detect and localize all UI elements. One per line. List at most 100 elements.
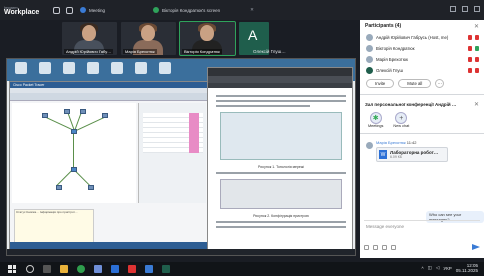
logo-big: Workplace	[4, 9, 40, 16]
screenshot-icon[interactable]	[382, 244, 387, 250]
window-controls	[450, 6, 480, 12]
video-tile[interactable]: Марія Брехотюк	[121, 22, 176, 55]
video-name: Олексій Глуш…	[253, 49, 286, 54]
grid-icon[interactable]	[53, 6, 60, 14]
workplace-icon[interactable]	[162, 265, 170, 273]
desktop-icon[interactable]	[159, 62, 171, 74]
avatar	[366, 56, 373, 63]
chrome-icon[interactable]	[77, 265, 85, 273]
new-chat-button[interactable]: + New chat	[393, 112, 409, 128]
search-icon[interactable]	[26, 265, 34, 273]
participant-name: Вікторія Кондратюк	[376, 46, 415, 51]
word-file-icon: W	[379, 150, 387, 159]
language-indicator[interactable]: УКР	[443, 266, 451, 271]
video-strip: Андрій Юрійович Габу… Марія Брехотюк Вік…	[62, 21, 269, 56]
shared-screen[interactable]: Cisco Packet Tracer Статус Кнопка… Інфор…	[6, 58, 356, 256]
browser-address-bar[interactable]	[208, 76, 352, 83]
more-icon[interactable]	[391, 244, 396, 250]
document-page: Рисунок 1. Топологія мережі Рисунок 2. К…	[212, 92, 350, 250]
browser-tabs[interactable]	[208, 68, 352, 76]
doc-caption: Рисунок 2. Конфігурація пристрою	[253, 214, 309, 218]
avatar	[200, 25, 214, 41]
document-figure	[220, 112, 342, 160]
desktop-icon[interactable]	[111, 62, 123, 74]
pt-toolbar	[10, 93, 208, 101]
explorer-icon[interactable]	[60, 265, 68, 273]
emoji-icon[interactable]	[373, 244, 378, 250]
browser-window[interactable]: Рисунок 1. Топологія мережі Рисунок 2. К…	[207, 67, 353, 253]
file-attachment[interactable]: W Лабораторна робот… 6.09 КБ	[376, 147, 448, 162]
invite-button[interactable]: Invite	[366, 79, 395, 88]
clock-date: 05.11.2025	[455, 268, 478, 273]
clock[interactable]: 12:05 05.11.2025	[456, 263, 478, 273]
camera-on-icon[interactable]	[475, 46, 479, 51]
pc-node[interactable]	[88, 185, 94, 190]
pdf-icon[interactable]	[128, 265, 136, 273]
start-icon[interactable]	[8, 265, 16, 273]
new-chat-label: New chat	[393, 124, 410, 128]
chat-title: Зал персональної конференції Андрій …	[365, 101, 457, 107]
window-icon[interactable]	[66, 6, 73, 14]
pc-node[interactable]	[80, 109, 86, 114]
close-icon[interactable]: ✕	[474, 101, 479, 108]
desktop-icon[interactable]	[135, 62, 147, 74]
avatar-letter: A	[248, 27, 258, 43]
packet-tracer-window[interactable]: Cisco Packet Tracer Статус Кнопка… Інфор…	[9, 81, 209, 253]
pc-node[interactable]	[64, 109, 70, 114]
network-icon[interactable]: ◫	[428, 265, 432, 271]
tab-screen-label: Вікторія Кондратюк's screen	[162, 7, 221, 13]
tab-screen-share[interactable]: Вікторія Кондратюк's screen ✕	[149, 3, 258, 17]
participant-row[interactable]: Олексій Глуш	[360, 65, 484, 76]
pc-node[interactable]	[102, 113, 108, 118]
desktop-icon[interactable]	[63, 62, 75, 74]
participant-row[interactable]: Марія Брехотюк	[360, 54, 484, 65]
desktop-icon[interactable]	[15, 62, 27, 74]
switch-node[interactable]	[71, 129, 77, 134]
mic-off-icon[interactable]	[468, 57, 472, 62]
store-icon[interactable]	[94, 265, 102, 273]
pc-node[interactable]	[42, 113, 48, 118]
more-options-button[interactable]: ···	[435, 79, 445, 88]
close-icon[interactable]	[474, 6, 480, 12]
participant-row[interactable]: Андрій Юрійович Габрусь (Host, me)	[360, 32, 484, 43]
minimize-icon[interactable]	[450, 6, 456, 12]
app-logo: Imparm Workplace	[4, 5, 50, 16]
desktop-icon[interactable]	[39, 62, 51, 74]
attach-icon[interactable]	[364, 244, 369, 250]
mute-all-button[interactable]: Mute all	[398, 79, 432, 88]
browser-bookmarks	[208, 83, 352, 88]
maximize-icon[interactable]	[462, 6, 468, 12]
pc-node[interactable]	[56, 185, 62, 190]
tab-meeting[interactable]: Meeting	[76, 3, 109, 17]
close-tab-icon[interactable]: ✕	[250, 7, 254, 13]
composer-toolbar	[364, 242, 480, 252]
avatar	[141, 25, 155, 41]
video-tile[interactable]: Андрій Юрійович Габу…	[62, 22, 117, 55]
task-view-icon[interactable]	[43, 265, 51, 273]
app-icon[interactable]	[145, 265, 153, 273]
chat-message: Марія Брехотюк 11:42 W Лабораторна робот…	[366, 140, 478, 162]
mic-off-icon[interactable]	[468, 46, 472, 51]
send-icon[interactable]	[472, 244, 480, 250]
meeting-icon	[80, 7, 86, 13]
video-name: Вікторія Кондратюк	[182, 49, 222, 54]
meetings-button[interactable]: ✱ Meetings	[368, 112, 383, 128]
camera-off-icon[interactable]	[475, 57, 479, 62]
switch-node[interactable]	[71, 167, 77, 172]
word-icon[interactable]	[111, 265, 119, 273]
participant-row[interactable]: Вікторія Кондратюк	[360, 43, 484, 54]
pt-config-panel[interactable]	[138, 103, 206, 203]
mic-off-icon[interactable]	[468, 35, 472, 40]
video-tile-active[interactable]: Вікторія Кондратюк	[179, 21, 236, 56]
camera-off-icon[interactable]	[475, 68, 479, 73]
pt-canvas[interactable]	[12, 103, 136, 203]
shared-taskbar	[7, 249, 355, 255]
desktop-icon[interactable]	[87, 62, 99, 74]
close-icon[interactable]: ✕	[474, 23, 479, 30]
volume-icon[interactable]: ◁	[436, 265, 439, 271]
camera-off-icon[interactable]	[475, 35, 479, 40]
message-input[interactable]: Message everyone	[364, 220, 480, 232]
mic-off-icon[interactable]	[468, 68, 472, 73]
chevron-up-icon[interactable]: ^	[421, 266, 423, 271]
title-bar: Imparm Workplace Meeting Вікторія Кондра…	[0, 0, 484, 20]
